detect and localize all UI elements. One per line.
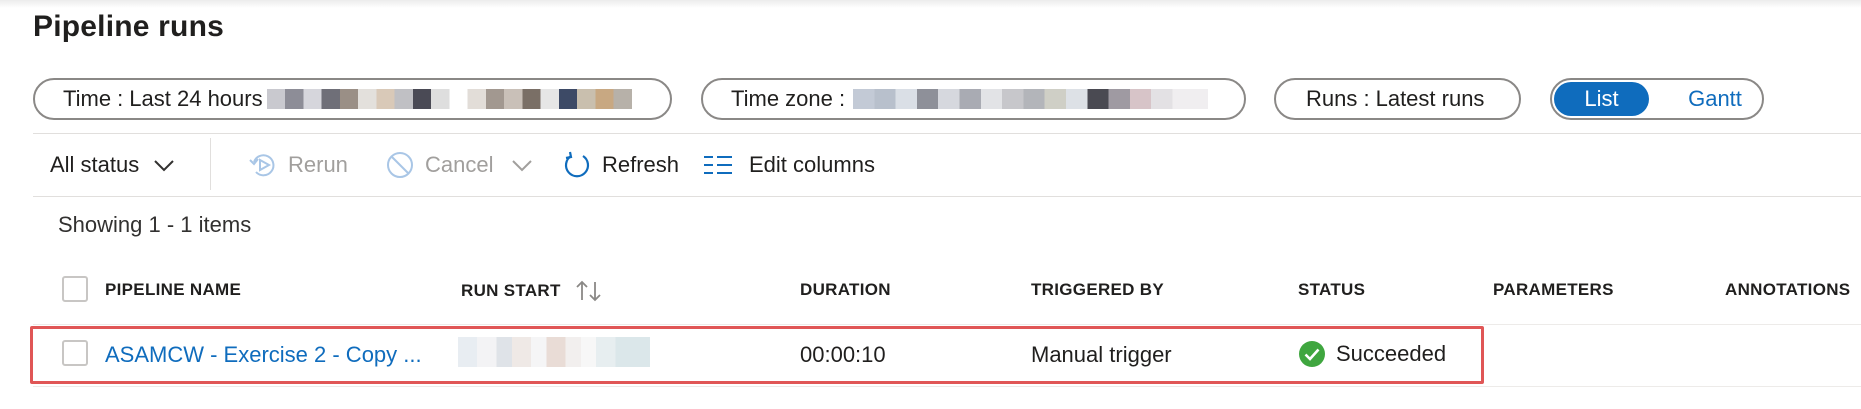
divider <box>33 196 1861 197</box>
column-header-triggered-by[interactable]: TRIGGERED BY <box>1031 280 1164 300</box>
runs-filter-pill[interactable]: Runs : Latest runs <box>1274 78 1521 120</box>
time-filter-pill[interactable]: Time : Last 24 hours <box>33 78 672 120</box>
time-filter-value: Last 24 hours <box>129 86 263 111</box>
row-highlight-box <box>30 326 1484 384</box>
refresh-button[interactable]: Refresh <box>562 148 679 182</box>
chevron-down-icon <box>153 158 175 172</box>
row-divider <box>33 324 1861 325</box>
select-all-checkbox[interactable] <box>62 276 88 302</box>
cancel-label: Cancel <box>425 152 494 177</box>
gantt-view-button[interactable]: Gantt <box>1670 82 1760 116</box>
column-header-duration[interactable]: DURATION <box>800 280 891 300</box>
column-header-status[interactable]: STATUS <box>1298 280 1365 300</box>
edit-columns-button[interactable]: Edit columns <box>703 148 875 182</box>
chevron-down-icon <box>511 158 533 172</box>
column-header-run-start-label: RUN START <box>461 281 561 300</box>
columns-icon <box>703 154 733 176</box>
rerun-button[interactable]: Rerun <box>248 148 348 182</box>
column-header-annotations[interactable]: ANNOTATIONS <box>1725 280 1850 300</box>
time-filter-label: Time : <box>63 86 124 111</box>
timezone-filter-pill[interactable]: Time zone : <box>701 78 1246 120</box>
top-shadow <box>0 0 1861 8</box>
redacted-timezone <box>853 89 1209 109</box>
runs-filter-label: Runs : <box>1306 86 1370 111</box>
column-header-pipeline-name[interactable]: PIPELINE NAME <box>105 280 241 300</box>
redacted-time-range <box>266 89 632 109</box>
divider <box>33 133 1861 134</box>
items-count: Showing 1 - 1 items <box>58 212 252 237</box>
status-filter-dropdown[interactable]: All status <box>50 148 185 182</box>
page-title: Pipeline runs <box>33 10 224 43</box>
rerun-label: Rerun <box>288 152 348 177</box>
edit-columns-label: Edit columns <box>749 152 875 177</box>
status-filter-label: All status <box>50 152 140 177</box>
cancel-icon <box>385 150 415 180</box>
sort-icon[interactable] <box>575 280 603 302</box>
timezone-filter-label: Time zone : <box>731 86 846 111</box>
column-header-parameters[interactable]: PARAMETERS <box>1493 280 1614 300</box>
toolbar-separator <box>210 138 211 190</box>
row-divider <box>33 386 1861 387</box>
runs-filter-value: Latest runs <box>1375 86 1485 111</box>
column-header-run-start[interactable]: RUN START <box>461 280 603 302</box>
refresh-icon <box>562 150 592 180</box>
list-view-button[interactable]: List <box>1554 82 1649 116</box>
rerun-icon <box>248 150 278 180</box>
view-toggle: List Gantt <box>1550 78 1764 120</box>
cancel-button[interactable]: Cancel <box>385 148 543 182</box>
refresh-label: Refresh <box>602 152 680 177</box>
